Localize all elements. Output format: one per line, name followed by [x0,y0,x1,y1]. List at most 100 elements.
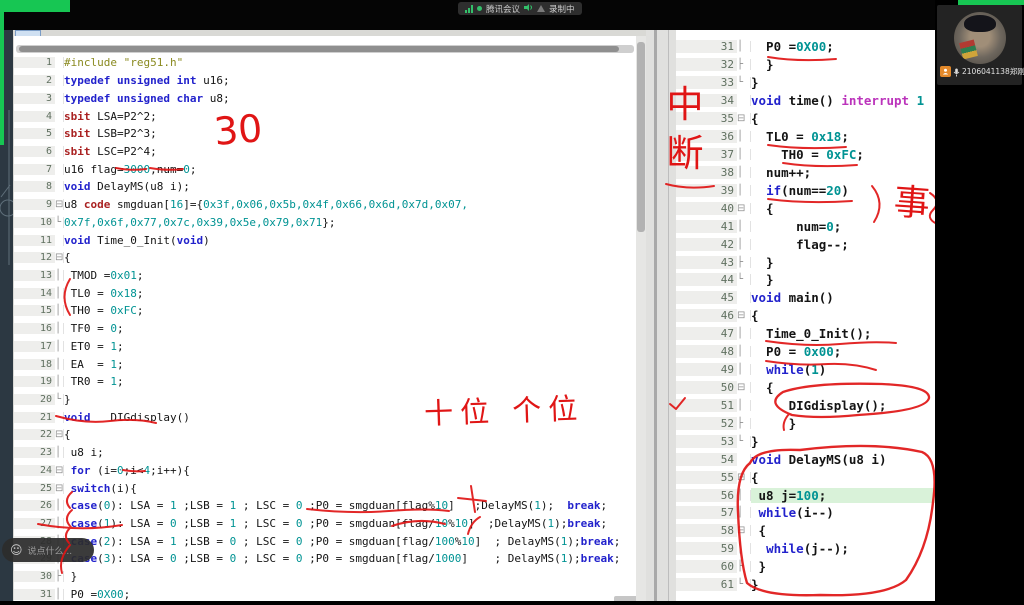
code-line-36[interactable]: 36│ TL0 = 0x18; [676,128,935,146]
code-line-2[interactable]: 2 typedef unsigned int u16; [14,72,636,90]
code-line-54[interactable]: 54 void DelayMS(u8 i) [676,450,935,468]
code-line-28[interactable]: 28│ case(2): LSA = 1 ;LSB = 0 ; LSC = 0 … [14,532,636,550]
code-line-61[interactable]: 61└} [676,576,935,594]
code-text: void Time_0_Init(void) [64,234,636,247]
fold-marker[interactable]: ⊟ [737,310,751,321]
code-line-21[interactable]: 21 void DIGdisplay() [14,408,636,426]
meeting-status-pill[interactable]: 腾讯会议 录制中 [458,2,582,15]
code-text: } [64,570,636,583]
code-line-9[interactable]: 9⊟u8 code smgduan[16]={0x3f,0x06,0x5b,0x… [14,196,636,214]
scrollbar-thumb[interactable] [637,42,645,232]
code-line-51[interactable]: 51│ DIGdisplay(); [676,396,935,414]
code-line-34[interactable]: 34 void time() interrupt 1 [676,92,935,110]
fold-marker[interactable]: ⊟ [737,472,751,483]
fold-marker[interactable]: ⊟ [737,525,751,536]
participant-video-tile[interactable]: 2106041138郑刚 [937,5,1022,85]
line-number: 31 [14,589,55,600]
code-line-59[interactable]: 59│ while(j--); [676,540,935,558]
code-line-39[interactable]: 39│ if(num==20) [676,181,935,199]
code-line-49[interactable]: 49│ while(1) [676,361,935,379]
code-line-14[interactable]: 14│ TL0 = 0x18; [14,284,636,302]
code-line-60[interactable]: 60├ } [676,558,935,576]
code-text: while(i--) [751,505,935,520]
code-line-35[interactable]: 35⊟{ [676,110,935,128]
emoji-smiley-icon[interactable]: ☺ [10,544,23,556]
chat-input-pill[interactable]: ☺ 说点什么... [2,538,94,562]
code-line-4[interactable]: 4 sbit LSA=P2^2; [14,107,636,125]
code-line-37[interactable]: 37│ TH0 = 0xFC; [676,146,935,164]
code-line-15[interactable]: 15│ TH0 = 0xFC; [14,302,636,320]
code-line-52[interactable]: 52├ } [676,414,935,432]
code-line-19[interactable]: 19│ TR0 = 1; [14,373,636,391]
code-line-10[interactable]: 10└0x7f,0x6f,0x77,0x7c,0x39,0x5e,0x79,0x… [14,213,636,231]
fold-marker[interactable]: ⊟ [55,465,64,476]
code-line-27[interactable]: 27│ case(1): LSA = 0 ;LSB = 1 ; LSC = 0 … [14,515,636,533]
code-line-31[interactable]: 31│ P0 =0X00; [14,586,636,601]
line-number: 4 [14,111,55,122]
code-line-17[interactable]: 17│ ET0 = 1; [14,338,636,356]
code-line-32[interactable]: 32├ } [676,56,935,74]
code-line-7[interactable]: 7 u16 flag=3000,num=0; [14,160,636,178]
fold-marker[interactable]: ⊟ [55,483,64,494]
code-line-12[interactable]: 12⊟{ [14,249,636,267]
vertical-scrollbar-left[interactable] [636,36,646,601]
line-number: 57 [676,506,737,519]
code-line-25[interactable]: 25⊟ switch(i){ [14,479,636,497]
code-line-45[interactable]: 45 void main() [676,289,935,307]
code-line-44[interactable]: 44└ } [676,271,935,289]
fold-marker[interactable]: ⊟ [55,252,64,263]
horizontal-scrollbar[interactable] [16,45,634,53]
code-text: TMOD =0x01; [64,269,636,282]
line-number: 39 [676,184,737,197]
code-line-8[interactable]: 8 void DelayMS(u8 i); [14,178,636,196]
code-line-47[interactable]: 47│ Time_0_Init(); [676,325,935,343]
code-line-11[interactable]: 11 void Time_0_Init(void) [14,231,636,249]
code-line-26[interactable]: 26│ case(0): LSA = 1 ;LSB = 1 ; LSC = 0 … [14,497,636,515]
code-line-20[interactable]: 20└} [14,391,636,409]
code-line-13[interactable]: 13│ TMOD =0x01; [14,267,636,285]
panel-splitter[interactable] [646,30,676,601]
fold-marker[interactable]: ⊟ [55,199,64,210]
code-line-31[interactable]: 31│ P0 =0X00; [676,38,935,56]
code-line-23[interactable]: 23│ u8 i; [14,444,636,462]
code-line-50[interactable]: 50⊟ { [676,379,935,397]
code-line-42[interactable]: 42│ flag--; [676,235,935,253]
code-text: } [751,559,935,574]
code-line-16[interactable]: 16│ TF0 = 0; [14,320,636,338]
code-line-56[interactable]: 56│ u8 j=100; [676,486,935,504]
fold-marker: └ [737,579,751,590]
code-line-3[interactable]: 3 typedef unsigned char u8; [14,89,636,107]
code-line-22[interactable]: 22⊟{ [14,426,636,444]
code-line-5[interactable]: 5 sbit LSB=P2^3; [14,125,636,143]
code-editor-right[interactable]: 31│ P0 =0X00;32├ }33└}34 void time() int… [676,30,935,601]
code-line-43[interactable]: 43├ } [676,253,935,271]
code-line-55[interactable]: 55⊟{ [676,468,935,486]
fold-marker[interactable]: ⊟ [55,429,64,440]
code-text: P0 =0X00; [64,588,636,601]
code-line-1[interactable]: 1 #include "reg51.h" [14,54,636,72]
scrollbar-corner[interactable] [614,596,636,601]
code-line-58[interactable]: 58⊟ { [676,522,935,540]
line-number: 31 [676,40,737,53]
line-number: 24 [14,465,55,476]
code-line-30[interactable]: 30├ } [14,568,636,586]
scrollbar-thumb[interactable] [19,46,619,52]
code-line-33[interactable]: 33└} [676,74,935,92]
code-line-48[interactable]: 48│ P0 = 0x00; [676,343,935,361]
code-line-38[interactable]: 38│ num++; [676,163,935,181]
code-line-46[interactable]: 46⊟{ [676,307,935,325]
code-line-40[interactable]: 40⊟ { [676,199,935,217]
fold-marker: ├ [737,257,751,268]
fold-marker: │ [737,149,751,160]
fold-marker[interactable]: ⊟ [737,113,751,124]
fold-marker[interactable]: ⊟ [737,382,751,393]
code-line-29[interactable]: 29│ case(3): LSA = 0 ;LSB = 0 ; LSC = 0 … [14,550,636,568]
code-line-57[interactable]: 57│ while(i--) [676,504,935,522]
code-line-41[interactable]: 41│ num=0; [676,217,935,235]
fold-marker[interactable]: ⊟ [737,203,751,214]
code-line-6[interactable]: 6 sbit LSC=P2^4; [14,143,636,161]
code-line-24[interactable]: 24⊟ for (i=0;i<4;i++){ [14,462,636,480]
code-line-53[interactable]: 53└} [676,432,935,450]
code-editor-left[interactable]: 1 #include "reg51.h"2 typedef unsigned i… [14,36,636,601]
code-line-18[interactable]: 18│ EA = 1; [14,355,636,373]
